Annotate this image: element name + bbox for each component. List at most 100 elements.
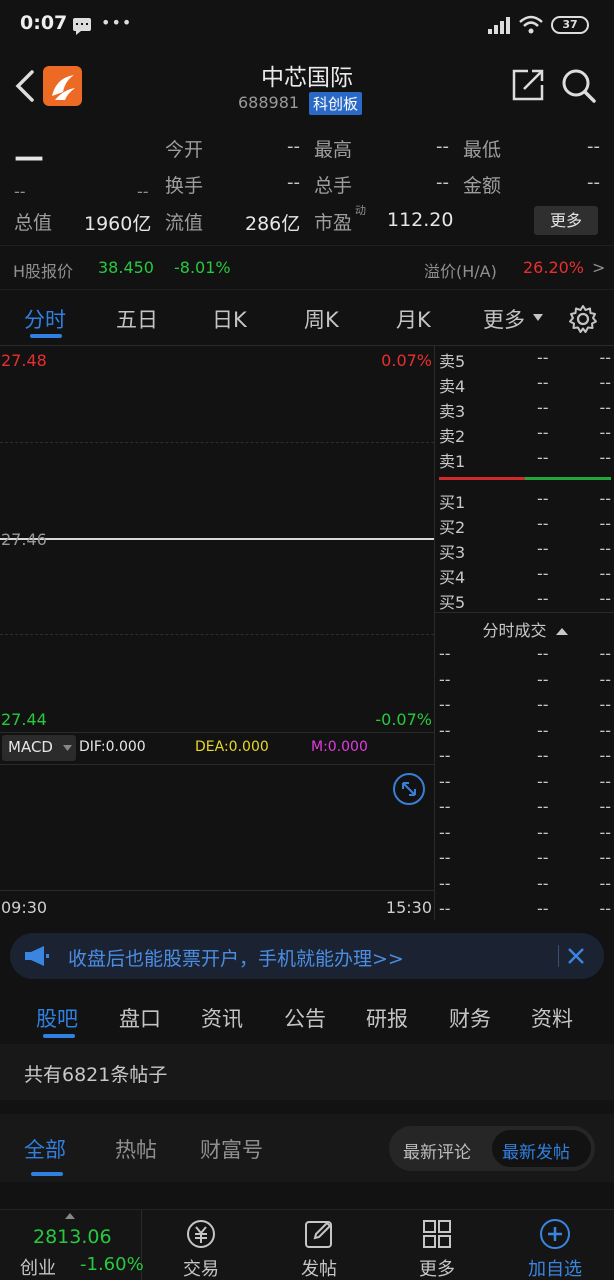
add-circle-icon: [540, 1219, 570, 1249]
intraday-chart[interactable]: 27.48 0.07% 27.46 27.44 -0.07% MACD DIF:…: [0, 345, 434, 920]
nav-post[interactable]: 发帖: [260, 1210, 378, 1280]
trade-row: -- -- --: [439, 644, 611, 663]
macd-dea: DEA:0.000: [195, 739, 269, 755]
index-change: -1.60%: [80, 1254, 144, 1275]
volume-value: --: [436, 172, 449, 193]
buy-row: 买4 -- --: [439, 564, 611, 587]
edit-post-icon: [305, 1221, 332, 1248]
trade-row: -- -- --: [439, 695, 611, 714]
quote-block: — -- -- 今开 -- 最高 -- 最低 -- 换手 -- 总手 -- 金额…: [0, 122, 614, 245]
tab-research[interactable]: 研报: [366, 1003, 408, 1033]
divider: [0, 732, 434, 733]
status-time: 0:07: [20, 12, 68, 34]
nav-trade[interactable]: 交易: [142, 1210, 260, 1280]
tab-more[interactable]: 更多: [483, 304, 525, 334]
stock-name: 中芯国际: [261, 65, 353, 91]
open-value: --: [287, 136, 300, 157]
megaphone-icon: [25, 946, 49, 966]
tab-weekly-k[interactable]: 周K: [304, 304, 339, 334]
sell-row: 卖3 -- --: [439, 398, 611, 421]
tab-monthly-k[interactable]: 月K: [396, 304, 431, 334]
total-cap-value: 1960亿: [84, 213, 152, 235]
tab-profile[interactable]: 资料: [531, 1003, 573, 1033]
divider: [435, 612, 614, 613]
sell-row: 卖5 -- --: [439, 348, 611, 371]
price-change: --: [14, 182, 26, 201]
order-book: 卖5 -- -- 卖4 -- -- 卖3 -- -- 卖2 -- -- 卖1 -- -- 买1 -- -…: [434, 345, 614, 920]
sell-row: 卖4 -- --: [439, 373, 611, 396]
sell-strength-bar: [439, 477, 525, 480]
turnover-label: 换手: [165, 175, 204, 197]
selected-tab-indicator: [43, 1034, 75, 1038]
nav-more[interactable]: 更多: [378, 1210, 496, 1280]
settings-gear-icon[interactable]: [568, 304, 598, 334]
back-arrow-icon[interactable]: [12, 66, 42, 106]
buy-row: 买3 -- --: [439, 539, 611, 562]
trade-row: -- -- --: [439, 797, 611, 816]
post-filter-bar: 全部 热帖 财富号 最新评论 最新发帖: [0, 1114, 614, 1182]
macd-selector[interactable]: MACD: [2, 735, 76, 761]
tab-daily-k[interactable]: 日K: [212, 304, 247, 334]
index-name: 创业: [20, 1258, 56, 1279]
nav-trade-label: 交易: [183, 1259, 219, 1280]
close-icon[interactable]: [567, 947, 585, 965]
promo-banner[interactable]: 收盘后也能股票开户，手机就能办理>>: [10, 933, 604, 979]
up-triangle-icon: [65, 1213, 75, 1219]
trade-row: -- -- --: [439, 721, 611, 740]
expand-chart-icon[interactable]: [392, 772, 426, 806]
tab-intraday[interactable]: 分时: [24, 304, 66, 334]
trade-row: -- -- --: [439, 874, 611, 893]
trades-header[interactable]: 分时成交: [435, 617, 614, 641]
tab-news[interactable]: 资讯: [201, 1003, 243, 1033]
current-price: —: [14, 140, 44, 175]
trade-icon: [187, 1220, 215, 1248]
status-bar: 0:07 ••• 37: [0, 0, 614, 50]
more-dots-icon: •••: [101, 13, 133, 32]
divider: [558, 945, 559, 967]
selected-subtab-indicator: [31, 1172, 63, 1176]
subtab-all[interactable]: 全部: [24, 1134, 66, 1164]
h-share-price: 38.450: [98, 258, 154, 277]
index-value: 2813.06: [33, 1226, 112, 1248]
stock-code: 688981: [238, 93, 300, 112]
volume-label: 总手: [314, 175, 353, 197]
divider: [0, 890, 434, 891]
h-share-row[interactable]: H股报价 38.450 -8.01% 溢价(H/A) 26.20% >: [0, 245, 614, 290]
tab-quotes[interactable]: 盘口: [119, 1003, 161, 1033]
sort-latest-comment[interactable]: 最新评论: [403, 1138, 471, 1163]
share-icon[interactable]: [510, 67, 546, 103]
macd-dif: DIF:0.000: [79, 739, 146, 755]
buy-row: 买5 -- --: [439, 589, 611, 612]
sell-row: 卖2 -- --: [439, 423, 611, 446]
tab-finance[interactable]: 财务: [449, 1003, 491, 1033]
dropdown-triangle-icon: [533, 314, 543, 321]
price-axis-mid: 27.46: [1, 530, 47, 549]
nav-add-watchlist[interactable]: 加自选: [496, 1210, 614, 1280]
tab-forum[interactable]: 股吧: [36, 1003, 78, 1033]
search-icon[interactable]: [559, 66, 597, 104]
pe-label: 市盈: [314, 212, 353, 234]
sort-selected-pill[interactable]: 最新发帖: [492, 1130, 591, 1167]
amount-label: 金额: [463, 175, 502, 197]
more-button[interactable]: 更多: [534, 206, 598, 235]
grid-line: [0, 634, 434, 635]
wifi-icon: [519, 15, 543, 34]
collapse-triangle-icon: [555, 627, 568, 635]
time-axis-end: 15:30: [385, 898, 432, 917]
battery-icon: 37: [551, 16, 589, 34]
float-cap-label: 流值: [165, 212, 204, 234]
subtab-wealth[interactable]: 财富号: [200, 1134, 263, 1164]
tab-announcements[interactable]: 公告: [284, 1003, 326, 1033]
tab-five-day[interactable]: 五日: [116, 304, 158, 334]
sort-toggle: 最新评论 最新发帖: [389, 1126, 595, 1171]
posts-count-panel: 共有6821条帖子: [0, 1044, 614, 1100]
subtab-hot[interactable]: 热帖: [115, 1134, 157, 1164]
signal-icon: [488, 17, 510, 34]
buy-strength-bar: [525, 477, 611, 480]
message-icon: [73, 18, 91, 35]
divider: [0, 764, 434, 765]
index-ticker[interactable]: 2813.06 创业 -1.60%: [0, 1210, 144, 1280]
low-label: 最低: [463, 139, 502, 161]
trade-row: -- -- --: [439, 823, 611, 842]
price-axis-high: 27.48: [1, 351, 47, 370]
